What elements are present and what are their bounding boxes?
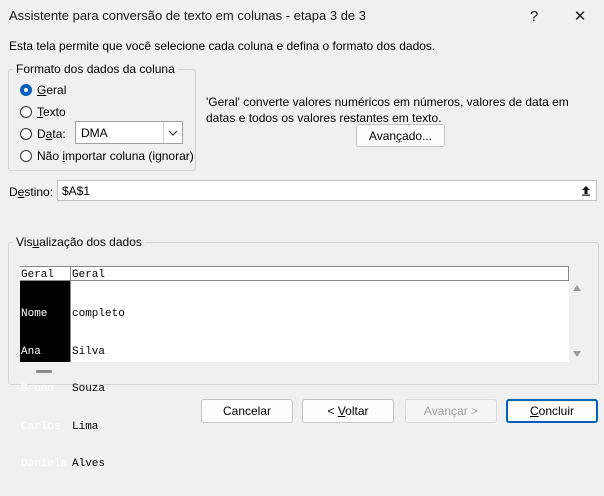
radio-dot [20, 150, 32, 162]
back-button[interactable]: < Voltar [302, 399, 394, 423]
cell: Alves [72, 458, 106, 470]
window-title: Assistente para conversão de texto em co… [9, 8, 366, 23]
intro-text: Esta tela permite que você selecione cad… [9, 39, 436, 53]
format-description: 'Geral' converte valores numéricos em nú… [206, 95, 569, 125]
radio-data-label: Data: [37, 127, 66, 141]
cancel-button-label: Cancelar [222, 404, 272, 418]
scroll-up-icon[interactable] [572, 284, 582, 292]
next-button-label: Avançar > [423, 404, 479, 418]
finish-button-label: Concluir [529, 404, 575, 418]
radio-geral-label: Geral [37, 83, 67, 97]
date-format-value: DMA [81, 126, 108, 140]
column-divider [70, 281, 71, 362]
preview-header-col1[interactable]: Geral [21, 269, 54, 282]
cell: Carlos [21, 420, 61, 433]
cell: Lima [72, 420, 99, 433]
advanced-button-label: Avançado... [368, 128, 433, 143]
preview-header-col2[interactable]: Geral [72, 269, 105, 282]
help-button[interactable]: ? [512, 2, 556, 30]
radio-texto-label: Texto [37, 105, 66, 119]
close-button[interactable]: ✕ [558, 2, 602, 30]
preview-col2-values: completo Silva Souza Lima Alves [72, 283, 125, 496]
cell: completo [72, 308, 125, 320]
finish-button[interactable]: Concluir [506, 399, 598, 423]
preview-group-legend: Visualização dos dados [13, 235, 145, 249]
radio-dot [20, 106, 32, 118]
format-group-legend: Formato dos dados da coluna [13, 62, 178, 76]
chevron-down-icon [163, 122, 182, 143]
close-icon: ✕ [573, 8, 587, 25]
radio-texto[interactable]: Texto [20, 105, 66, 119]
collapse-dialog-icon[interactable] [576, 181, 596, 200]
cell: Souza [72, 383, 106, 395]
radio-geral[interactable]: Geral [20, 83, 66, 97]
preview-col1-values: Nome Ana Bruno Carlos Daniela [21, 283, 67, 496]
scroll-down-icon[interactable] [572, 350, 582, 358]
cell: Silva [72, 345, 106, 358]
date-format-select[interactable]: DMA [75, 121, 183, 144]
destination-input[interactable]: $A$1 [57, 180, 597, 201]
radio-data[interactable]: Data: [20, 127, 66, 141]
next-button[interactable]: Avançar > [405, 399, 497, 423]
preview-vertical-scrollbar[interactable] [570, 280, 584, 362]
advanced-button[interactable]: Avançado... [356, 124, 445, 147]
cancel-button[interactable]: Cancelar [201, 399, 293, 423]
cell: Bruno [21, 383, 55, 395]
radio-dot-selected [20, 84, 32, 96]
radio-dot [20, 128, 32, 140]
back-button-label: < Voltar [327, 404, 369, 418]
destination-label: Destino: [9, 185, 54, 199]
destination-value: $A$1 [62, 184, 91, 198]
radio-nao-importar[interactable]: Não importar coluna (ignorar) [20, 149, 194, 163]
help-icon: ? [529, 7, 539, 25]
radio-nao-importar-label: Não importar coluna (ignorar) [37, 149, 194, 163]
data-preview[interactable]: Geral Geral Nome Ana Bruno Carlos Daniel… [20, 266, 569, 470]
preview-horizontal-scroll-thumb[interactable] [36, 370, 52, 373]
column-divider [70, 266, 71, 281]
column-divider [568, 266, 569, 281]
cell: Ana [21, 345, 41, 358]
cell: Daniela [21, 458, 68, 470]
cell: Nome [21, 308, 48, 320]
